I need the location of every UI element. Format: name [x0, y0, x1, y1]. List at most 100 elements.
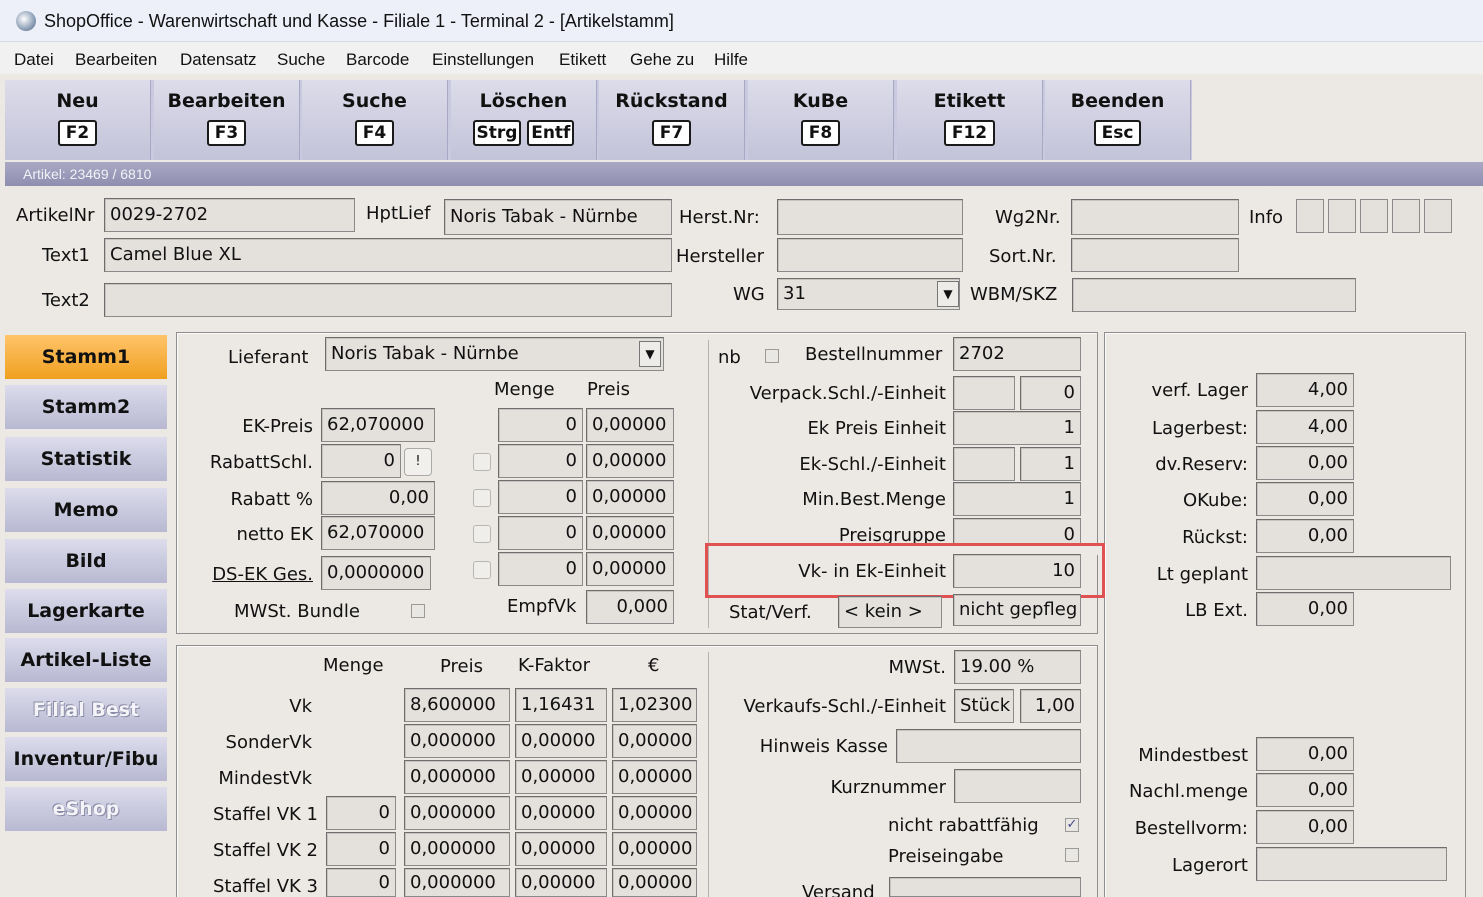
- vk-menge-field[interactable]: 0: [326, 832, 396, 866]
- lager-value[interactable]: 4,00: [1256, 410, 1354, 444]
- tab-stamm2[interactable]: Stamm2: [5, 385, 167, 429]
- vk-euro-field[interactable]: 0,00000: [612, 796, 697, 830]
- info-box-4[interactable]: [1392, 199, 1420, 233]
- ek-staffel-preis[interactable]: 0,00000: [586, 480, 674, 514]
- lagerort-field[interactable]: [1256, 847, 1447, 881]
- vk-euro-field[interactable]: 0,00000: [612, 832, 697, 866]
- beenden-button[interactable]: Beenden Esc: [1045, 80, 1191, 160]
- vk-euro-field[interactable]: 0,00000: [612, 760, 697, 794]
- menu-datensatz[interactable]: Datensatz: [180, 50, 257, 70]
- menu-etikett[interactable]: Etikett: [559, 50, 606, 70]
- ekeinheit-field[interactable]: 1: [1020, 447, 1081, 481]
- menu-barcode[interactable]: Barcode: [346, 50, 409, 70]
- text1-field[interactable]: Camel Blue XL: [104, 238, 672, 272]
- stat2-field[interactable]: nicht gepfleg: [953, 594, 1081, 626]
- rabatt-field[interactable]: 0,00: [321, 481, 435, 515]
- wg-select[interactable]: 31: [777, 278, 960, 310]
- kurz-field[interactable]: [954, 769, 1081, 803]
- bestellnummer-field[interactable]: 2702: [953, 337, 1081, 371]
- vk-preis-field[interactable]: 0,000000: [404, 724, 510, 758]
- tab-bild[interactable]: Bild: [5, 539, 167, 583]
- lager-value[interactable]: 0,00: [1256, 519, 1354, 553]
- preiseingabe-checkbox[interactable]: [1065, 848, 1079, 862]
- lager-value[interactable]: 0,00: [1256, 592, 1354, 626]
- sortnr-field[interactable]: [1071, 238, 1239, 272]
- tab-artikel-liste[interactable]: Artikel-Liste: [5, 638, 167, 682]
- ekpreis-field[interactable]: 62,070000: [321, 408, 435, 442]
- versand-field[interactable]: [889, 877, 1081, 897]
- wg2nr-field[interactable]: [1071, 199, 1239, 235]
- hinweis-field[interactable]: [896, 729, 1081, 763]
- staffel-3-toggle[interactable]: [473, 525, 491, 543]
- tab-memo[interactable]: Memo: [5, 488, 167, 532]
- ek-staffel-preis[interactable]: 0,00000: [586, 516, 674, 550]
- lager-value[interactable]: 0,00: [1256, 482, 1354, 516]
- ek-staffel-preis[interactable]: 0,00000: [586, 444, 674, 478]
- tab-stamm1[interactable]: Stamm1: [5, 335, 167, 379]
- info-box-1[interactable]: [1296, 199, 1324, 233]
- menu-gehe-zu[interactable]: Gehe zu: [630, 50, 694, 70]
- vk-kfaktor-field[interactable]: 1,16431: [515, 688, 607, 722]
- menu-einstellungen[interactable]: Einstellungen: [432, 50, 534, 70]
- suche-button[interactable]: Suche F4: [302, 80, 448, 160]
- vk-preis-field[interactable]: 0,000000: [404, 868, 510, 897]
- loeschen-button[interactable]: Löschen Strg Entf: [451, 80, 597, 160]
- ek-staffel-menge[interactable]: 0: [498, 552, 583, 586]
- menu-bearbeiten[interactable]: Bearbeiten: [75, 50, 157, 70]
- kube-button[interactable]: KuBe F8: [748, 80, 894, 160]
- menu-datei[interactable]: Datei: [14, 50, 54, 70]
- staffel-2-toggle[interactable]: [473, 489, 491, 507]
- vkeinheit-field[interactable]: 1,00: [1020, 689, 1081, 723]
- vk-kfaktor-field[interactable]: 0,00000: [515, 868, 607, 897]
- hersteller-field[interactable]: [777, 238, 963, 272]
- info-box-2[interactable]: [1328, 199, 1356, 233]
- staffel-4-toggle[interactable]: [473, 561, 491, 579]
- nichtrabatt-checkbox[interactable]: ✓: [1065, 818, 1079, 832]
- lager2-value[interactable]: 0,00: [1256, 810, 1354, 844]
- ek-staffel-menge[interactable]: 0: [498, 444, 583, 478]
- nettoek-field[interactable]: 62,070000: [321, 516, 435, 550]
- vk-menge-field[interactable]: 0: [326, 796, 396, 830]
- neu-button[interactable]: Neu F2: [5, 80, 151, 160]
- rabattschl-button[interactable]: !: [404, 448, 432, 476]
- lager2-value[interactable]: 0,00: [1256, 773, 1354, 807]
- dsek-field[interactable]: 0,0000000: [321, 556, 431, 590]
- vk-kfaktor-field[interactable]: 0,00000: [515, 724, 607, 758]
- artikelnr-field[interactable]: 0029-2702: [104, 198, 355, 232]
- hptlief-field[interactable]: Noris Tabak - Nürnbe: [444, 199, 672, 235]
- vk-euro-field[interactable]: 0,00000: [612, 868, 697, 897]
- tab-statistik[interactable]: Statistik: [5, 437, 167, 481]
- mwst-bundle-checkbox[interactable]: [411, 604, 425, 618]
- ek-staffel-preis[interactable]: 0,00000: [586, 408, 674, 442]
- chevron-down-icon[interactable]: ▼: [937, 281, 959, 307]
- vk-kfaktor-field[interactable]: 0,00000: [515, 796, 607, 830]
- info-box-5[interactable]: [1424, 199, 1452, 233]
- vkschl-field[interactable]: Stück: [954, 689, 1014, 723]
- lager-value[interactable]: 4,00: [1256, 373, 1354, 407]
- herstnr-field[interactable]: [777, 199, 963, 235]
- dsek-label[interactable]: DS-EK Ges.: [180, 566, 313, 584]
- ek-staffel-menge[interactable]: 0: [498, 516, 583, 550]
- stat-field[interactable]: < kein >: [838, 596, 942, 628]
- verpack-schl-field[interactable]: [953, 376, 1015, 410]
- minbest-field[interactable]: 1: [953, 482, 1081, 516]
- info-box-3[interactable]: [1360, 199, 1388, 233]
- staffel-1-toggle[interactable]: [473, 453, 491, 471]
- wbm-field[interactable]: [1072, 278, 1356, 312]
- rueckstand-button[interactable]: Rückstand F7: [599, 80, 745, 160]
- vk-kfaktor-field[interactable]: 0,00000: [515, 760, 607, 794]
- vk-euro-field[interactable]: 1,02300: [612, 688, 697, 722]
- vk-preis-field[interactable]: 8,600000: [404, 688, 510, 722]
- nb-checkbox[interactable]: [765, 349, 779, 363]
- vk-preis-field[interactable]: 0,000000: [404, 832, 510, 866]
- lager2-value[interactable]: 0,00: [1256, 737, 1354, 771]
- lager-value[interactable]: 0,00: [1256, 446, 1354, 480]
- ek-staffel-menge[interactable]: 0: [498, 480, 583, 514]
- vk-menge-field[interactable]: 0: [326, 868, 396, 897]
- tab-lagerkarte[interactable]: Lagerkarte: [5, 589, 167, 633]
- bearbeiten-button[interactable]: Bearbeiten F3: [154, 80, 300, 160]
- text2-field[interactable]: [104, 283, 672, 317]
- rabattschl-field[interactable]: 0: [321, 444, 401, 478]
- etikett-button[interactable]: Etikett F12: [897, 80, 1043, 160]
- menu-suche[interactable]: Suche: [277, 50, 325, 70]
